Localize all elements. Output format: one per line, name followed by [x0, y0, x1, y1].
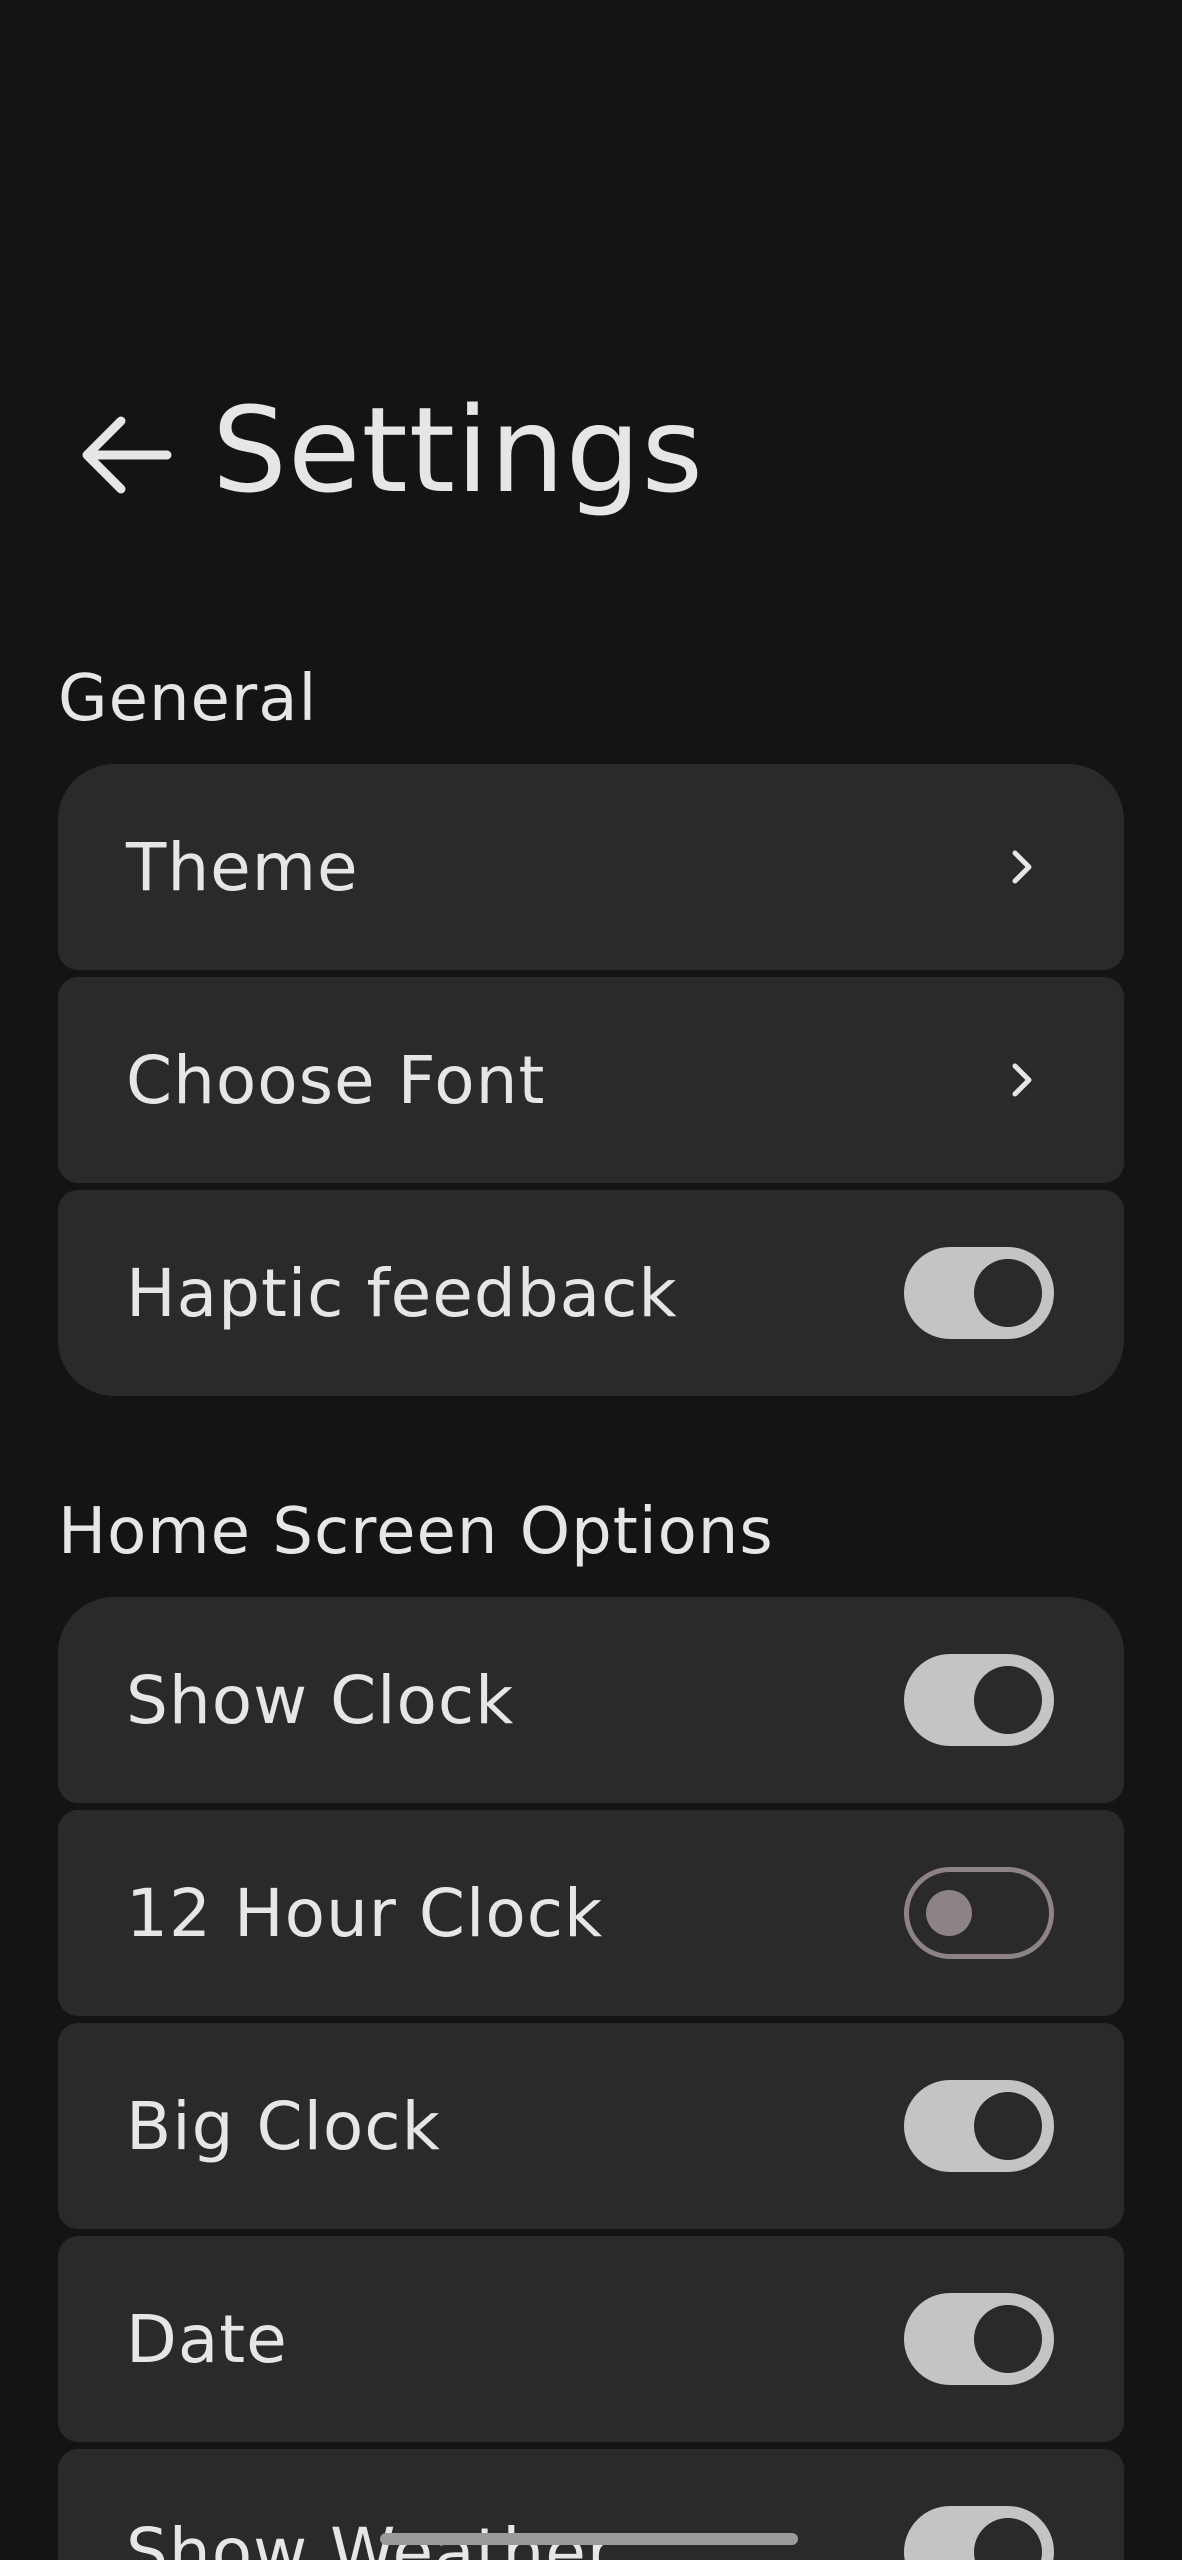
toggle-knob: [974, 2092, 1042, 2160]
show-clock-toggle[interactable]: [904, 1654, 1054, 1746]
general-settings-group: Theme Choose Font Haptic feedback: [58, 764, 1124, 1403]
top-bar: Settings: [0, 380, 1182, 520]
chevron-right-icon: [1012, 1063, 1032, 1097]
page-title: Settings: [212, 381, 704, 519]
settings-row-theme[interactable]: Theme: [58, 764, 1124, 970]
toggle-knob: [974, 1666, 1042, 1734]
settings-row-haptic-feedback[interactable]: Haptic feedback: [58, 1190, 1124, 1396]
row-label: Big Clock: [126, 2087, 441, 2165]
settings-row-12-hour-clock[interactable]: 12 Hour Clock: [58, 1810, 1124, 2016]
back-button[interactable]: [70, 400, 180, 510]
row-label: Date: [126, 2300, 288, 2378]
chevron-right-icon: [1012, 850, 1032, 884]
home-screen-settings-group: Show Clock 12 Hour Clock Big Clock Date …: [58, 1597, 1124, 2560]
row-label: Show Clock: [126, 1661, 515, 1739]
settings-row-big-clock[interactable]: Big Clock: [58, 2023, 1124, 2229]
settings-row-date[interactable]: Date: [58, 2236, 1124, 2442]
row-label: 12 Hour Clock: [126, 1874, 604, 1952]
section-header-home-screen-options: Home Screen Options: [58, 1495, 774, 1569]
section-header-general: General: [58, 662, 318, 736]
row-label: Theme: [126, 828, 359, 906]
big-clock-toggle[interactable]: [904, 2080, 1054, 2172]
toggle-knob: [974, 2305, 1042, 2373]
settings-row-show-clock[interactable]: Show Clock: [58, 1597, 1124, 1803]
settings-screen: Settings General Theme Choose Font Hapti…: [0, 0, 1182, 2560]
row-label: Haptic feedback: [126, 1254, 678, 1332]
date-toggle[interactable]: [904, 2293, 1054, 2385]
12-hour-clock-toggle[interactable]: [904, 1867, 1054, 1959]
arrow-left-icon: [82, 416, 172, 494]
haptic-feedback-toggle[interactable]: [904, 1247, 1054, 1339]
toggle-knob: [974, 2518, 1042, 2560]
row-label: Choose Font: [126, 1041, 546, 1119]
settings-row-choose-font[interactable]: Choose Font: [58, 977, 1124, 1183]
gesture-home-indicator[interactable]: [380, 2533, 798, 2545]
show-weather-toggle[interactable]: [904, 2506, 1054, 2560]
toggle-knob: [974, 1259, 1042, 1327]
toggle-knob: [926, 1890, 972, 1936]
